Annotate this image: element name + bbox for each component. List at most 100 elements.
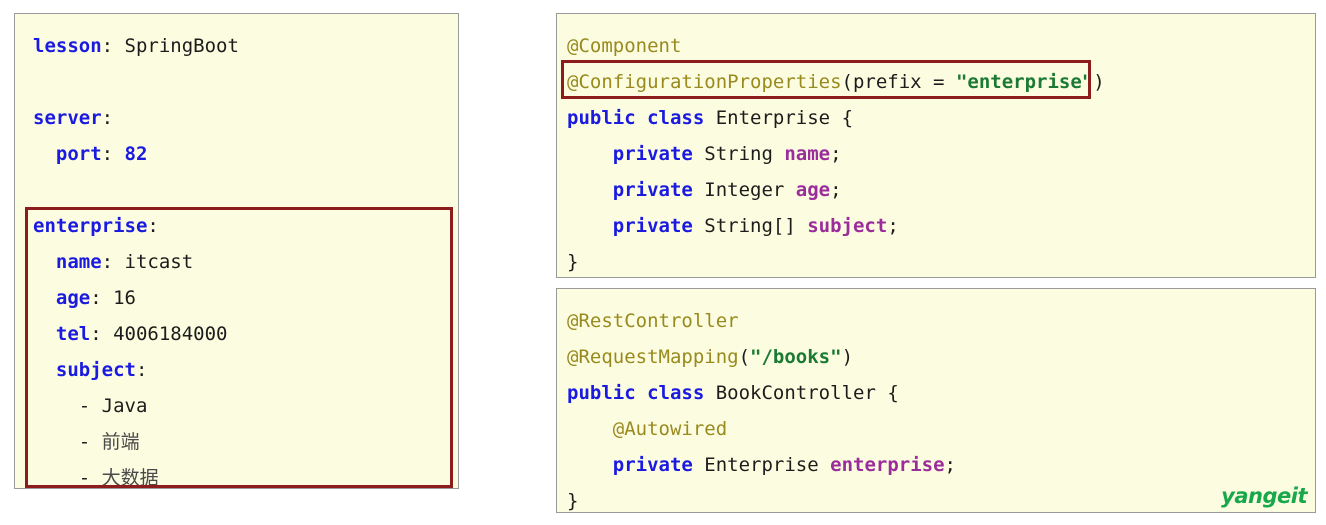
code-token: Integer (692, 179, 796, 201)
book-controller-panel: @RestController @RequestMapping("/books")… (556, 288, 1316, 513)
code-line: subject: (33, 352, 239, 388)
code-token: enterprise (33, 215, 148, 237)
yaml-config-panel: lesson: SpringBoot server: port: 82 ente… (14, 13, 459, 489)
code-line: private String name; (567, 136, 1105, 172)
code-token: : (101, 107, 114, 129)
code-token: tel (55, 323, 91, 345)
code-token: ; (830, 143, 842, 165)
code-line: port: 82 (33, 136, 239, 172)
code-token: - (33, 467, 102, 489)
code-line: private String[] subject; (567, 208, 1105, 244)
code-token: SpringBoot (124, 35, 239, 57)
code-line: public class Enterprise { (567, 100, 1105, 136)
code-token: 82 (124, 143, 148, 165)
code-line: lesson: SpringBoot (33, 28, 239, 64)
code-token: ) (1093, 71, 1105, 93)
code-token: port (55, 143, 102, 165)
code-token: : (101, 251, 125, 273)
code-line: - 前端 (33, 424, 239, 460)
code-line: @RequestMapping("/books") (567, 339, 956, 375)
code-token: public (567, 107, 636, 129)
code-token: subject (807, 215, 888, 237)
code-token: private (612, 215, 693, 237)
code-token: lesson (33, 35, 102, 57)
code-token: ; (830, 179, 842, 201)
code-line: server: (33, 100, 239, 136)
watermark-label: yangeit (1221, 484, 1307, 508)
code-token: age (55, 287, 91, 309)
code-line: } (567, 483, 956, 512)
code-token: - (33, 395, 102, 417)
code-line: } (567, 244, 1105, 277)
code-token: class (647, 382, 705, 404)
code-token: Enterprise (692, 454, 831, 476)
code-token: ( (738, 346, 751, 368)
code-token: age (795, 179, 831, 201)
enterprise-entity-panel: @Component @ConfigurationProperties(prefi… (556, 13, 1316, 278)
code-token: itcast (124, 251, 194, 273)
controller-code-block: @RestController @RequestMapping("/books")… (557, 289, 956, 512)
code-token: @ConfigurationProperties (567, 71, 842, 93)
code-token: : (147, 215, 159, 237)
enterprise-code-block: @Component @ConfigurationProperties(prefi… (557, 14, 1105, 277)
code-token: public (567, 382, 636, 404)
code-token: ; (944, 454, 956, 476)
code-token: server (33, 107, 102, 129)
code-token: enterprise (830, 454, 945, 476)
code-line: - 大数据 (33, 460, 239, 489)
code-token: BookController { (704, 382, 899, 404)
code-token: String (692, 143, 785, 165)
code-line: - Java (33, 388, 239, 424)
code-token: private (612, 454, 693, 476)
code-token: @RestController (567, 310, 739, 332)
code-line: @ConfigurationProperties(prefix = "enter… (567, 64, 1105, 100)
code-line: @Autowired (567, 411, 956, 447)
code-token: Enterprise { (704, 107, 854, 129)
code-line: enterprise: (33, 208, 239, 244)
yaml-code-block: lesson: SpringBoot server: port: 82 ente… (15, 14, 239, 489)
code-line: @Component (567, 28, 1105, 64)
code-token: 16 (113, 287, 136, 309)
code-token: class (647, 107, 705, 129)
code-token: private (612, 143, 693, 165)
code-token: name (55, 251, 102, 273)
code-token: subject (55, 359, 136, 381)
code-token: name (784, 143, 831, 165)
code-line: age: 16 (33, 280, 239, 316)
code-token: 前端 (101, 431, 140, 453)
code-token: "enterprise" (955, 71, 1094, 93)
code-token: Java (101, 395, 148, 417)
code-token: private (612, 179, 693, 201)
code-line: tel: 4006184000 (33, 316, 239, 352)
code-token: } (567, 251, 579, 273)
code-token: (prefix = (841, 71, 956, 93)
code-token: 4006184000 (113, 323, 228, 345)
code-token: @RequestMapping (567, 346, 739, 368)
code-line: public class BookController { (567, 375, 956, 411)
code-token: : (135, 359, 148, 381)
code-token: : (101, 35, 125, 57)
code-line: private Enterprise enterprise; (567, 447, 956, 483)
code-token: ) (841, 346, 854, 368)
code-token: : (101, 143, 125, 165)
code-line: name: itcast (33, 244, 239, 280)
code-token: - (33, 431, 102, 453)
code-token: @Component (567, 35, 682, 57)
code-token: String[] (692, 215, 808, 237)
code-token: "/books" (750, 346, 842, 368)
code-token: : (90, 323, 114, 345)
code-line: private Integer age; (567, 172, 1105, 208)
